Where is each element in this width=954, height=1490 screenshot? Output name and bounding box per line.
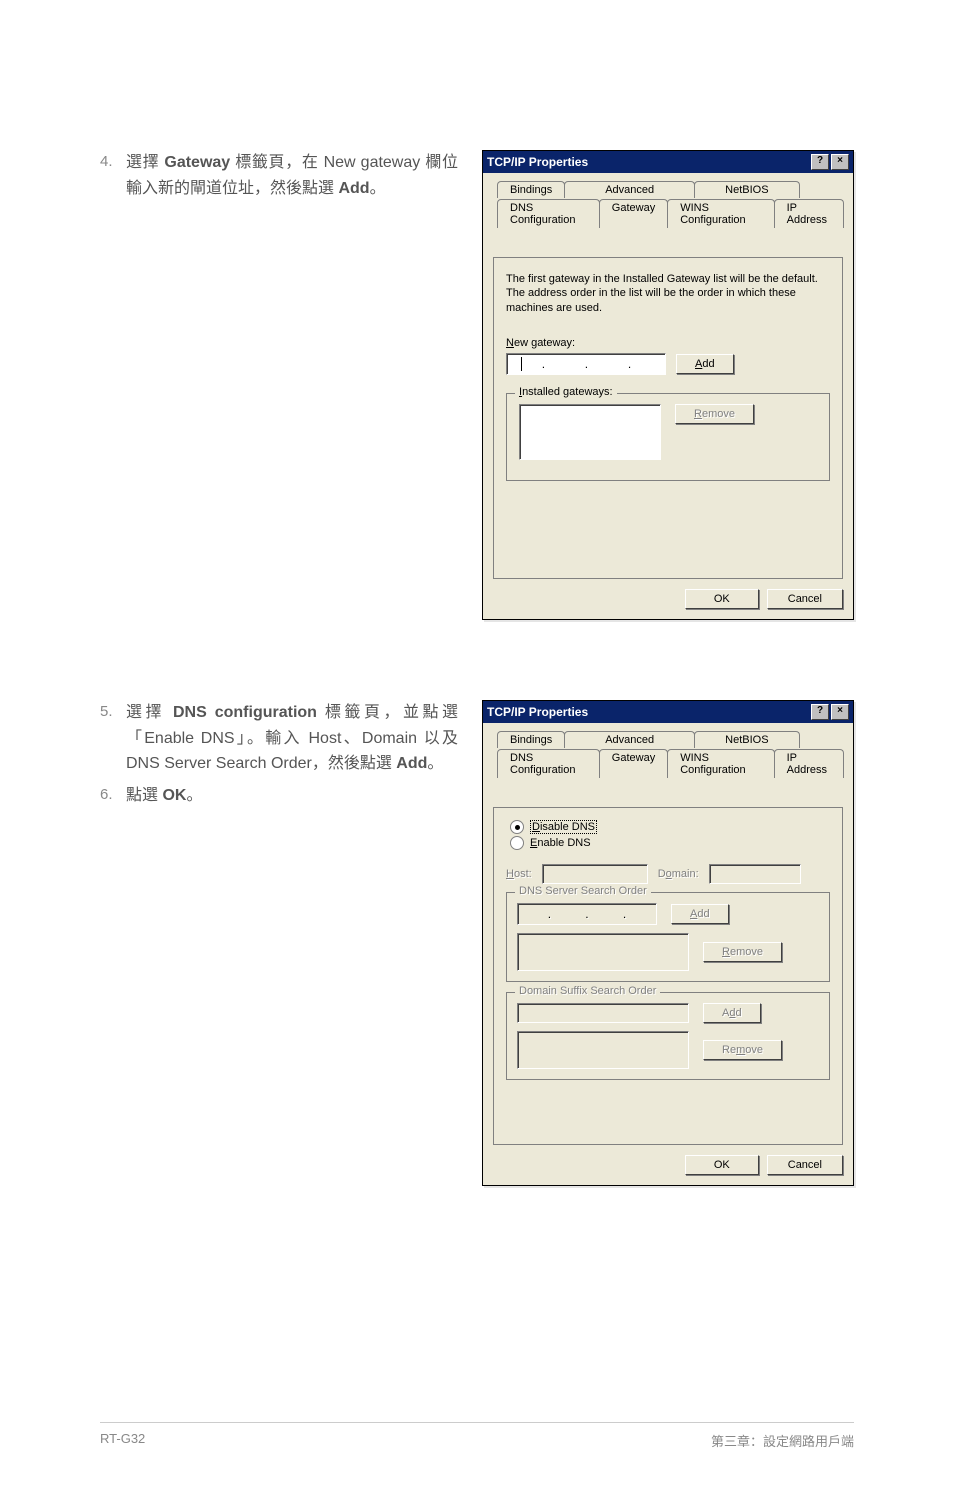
step5-text: 選擇 DNS configuration 標籤頁，並點選「Enable DNS」… xyxy=(126,700,458,777)
step6-text: 點選 OK。 xyxy=(126,783,202,809)
domain-input xyxy=(709,864,801,884)
host-input xyxy=(542,864,648,884)
step4-text-e: 。 xyxy=(370,180,386,197)
tab-dns-config[interactable]: DNS Configuration xyxy=(497,199,600,228)
installed-gateways-list[interactable] xyxy=(519,404,661,460)
tab-dns-config[interactable]: DNS Configuration xyxy=(497,749,600,778)
close-icon[interactable]: × xyxy=(831,704,849,720)
step5-text-d: Add xyxy=(396,755,427,772)
tab-bindings[interactable]: Bindings xyxy=(497,181,565,198)
footer-left: RT-G32 xyxy=(100,1431,145,1450)
ok-button[interactable]: OK xyxy=(685,1155,759,1175)
tab-strip: Bindings Advanced NetBIOS DNS Configurat… xyxy=(493,181,843,221)
step6-text-b: OK xyxy=(162,787,186,804)
tab-bindings[interactable]: Bindings xyxy=(497,731,565,748)
footer-right: 第三章：設定網路用戶端 xyxy=(711,1431,854,1450)
ok-button[interactable]: OK xyxy=(685,589,759,609)
tab-advanced[interactable]: Advanced xyxy=(564,181,695,198)
installed-gateways-label: Installed gateways: xyxy=(515,386,617,398)
step4-number: 4. xyxy=(100,150,118,201)
tab-netbios[interactable]: NetBIOS xyxy=(694,731,799,748)
remove-button: Remove xyxy=(675,404,754,424)
tab-ip-address[interactable]: IP Address xyxy=(774,749,844,778)
titlebar: TCP/IP Properties ? × xyxy=(483,701,853,723)
enable-dns-radio[interactable]: Enable DNS xyxy=(510,836,830,850)
new-gateway-label: NNew gateway:ew gateway: xyxy=(506,337,830,349)
tab-ip-address[interactable]: IP Address xyxy=(774,199,844,228)
disable-dns-radio[interactable]: Disable DNS xyxy=(510,820,830,834)
step4-text-b: Gateway xyxy=(164,154,230,171)
step4-text-a: 選擇 xyxy=(126,154,164,171)
tab-strip: Bindings Advanced NetBIOS DNS Configurat… xyxy=(493,731,843,771)
suffix-add-button: Add xyxy=(703,1003,761,1023)
dns-search-order-label: DNS Server Search Order xyxy=(515,885,651,897)
domain-suffix-label: Domain Suffix Search Order xyxy=(515,985,660,997)
tab-wins-config[interactable]: WINS Configuration xyxy=(667,749,774,778)
domain-label: Domain: xyxy=(658,868,699,880)
dialog-title: TCP/IP Properties xyxy=(487,705,588,719)
step4-text: 選擇 Gateway 標籤頁，在 New gateway 欄位輸入新的閘道位址，… xyxy=(126,150,458,201)
domain-suffix-list xyxy=(517,1031,689,1069)
step6-text-c: 。 xyxy=(186,787,202,804)
tcpip-properties-dialog-dns: TCP/IP Properties ? × Bindings Advanced … xyxy=(482,700,854,1186)
step4-text-d: Add xyxy=(338,180,369,197)
tab-netbios[interactable]: NetBIOS xyxy=(694,181,799,198)
step6-number: 6. xyxy=(100,783,118,809)
tab-wins-config[interactable]: WINS Configuration xyxy=(667,199,774,228)
titlebar: TCP/IP Properties ? × xyxy=(483,151,853,173)
tcpip-properties-dialog-gateway: TCP/IP Properties ? × Bindings Advanced … xyxy=(482,150,854,620)
add-button[interactable]: Add xyxy=(676,354,734,374)
tab-gateway[interactable]: Gateway xyxy=(599,749,668,778)
step5-text-e: 。 xyxy=(427,755,443,772)
cancel-button[interactable]: Cancel xyxy=(767,1155,843,1175)
help-icon[interactable]: ? xyxy=(811,704,829,720)
step5-text-a: 選擇 xyxy=(126,704,173,721)
new-gateway-input[interactable]: ... xyxy=(506,353,666,375)
dns-remove-button: Remove xyxy=(703,942,782,962)
cancel-button[interactable]: Cancel xyxy=(767,589,843,609)
step5-text-b: DNS configuration xyxy=(173,704,317,721)
domain-suffix-input xyxy=(517,1003,689,1023)
tab-gateway[interactable]: Gateway xyxy=(599,199,668,228)
step6-text-a: 點選 xyxy=(126,787,162,804)
host-label: Host: xyxy=(506,868,532,880)
gateway-info-text: The first gateway in the Installed Gatew… xyxy=(506,272,830,315)
step5-number: 5. xyxy=(100,700,118,777)
dns-server-list xyxy=(517,933,689,971)
dns-server-input: ... xyxy=(517,903,657,925)
help-icon[interactable]: ? xyxy=(811,154,829,170)
dns-add-button: Add xyxy=(671,904,729,924)
tab-advanced[interactable]: Advanced xyxy=(564,731,695,748)
dialog-title: TCP/IP Properties xyxy=(487,155,588,169)
suffix-remove-button: Remove xyxy=(703,1040,782,1060)
close-icon[interactable]: × xyxy=(831,154,849,170)
